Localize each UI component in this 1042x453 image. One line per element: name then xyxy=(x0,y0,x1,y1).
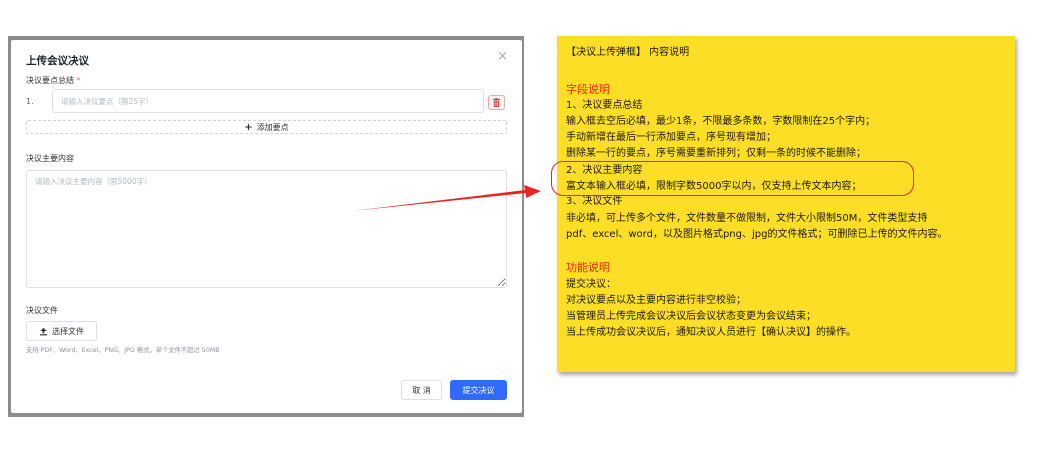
note-title: 【决议上传弹框】 内容说明 xyxy=(566,47,690,58)
note-line: 输入框去空后必填，最少1条，不限最多条数，字数限制在25个字内； xyxy=(566,116,876,127)
note-line: 对决议要点以及主要内容进行非空校验； xyxy=(566,295,746,306)
note-line: 当上传成功会议决议后，通知决议人员进行【确认决议】的操作。 xyxy=(566,327,856,338)
field-heading: 字段说明 xyxy=(566,83,610,96)
note-line: 提交决议： xyxy=(566,279,616,290)
note-line: 1、决议要点总结 xyxy=(566,100,643,111)
note-line: pdf、excel、word，以及图片格式png、jpg的文件格式；可删除已上传… xyxy=(566,229,948,240)
note-line: 删除某一行的要点，序号需要重新排列；仅剩一条的时候不能删除； xyxy=(566,148,866,159)
note-line: 非必填，可上传多个文件，文件数量不做限制，文件大小限制50M，文件类型支持 xyxy=(566,213,928,224)
annotation-highlight-circle xyxy=(551,161,914,196)
note-line: 手动新增在最后一行添加要点，序号现有增加； xyxy=(566,132,776,143)
spec-note: 【决议上传弹框】 内容说明 字段说明 1、决议要点总结 输入框去空后必填，最少1… xyxy=(557,36,1015,372)
note-line: 当管理员上传完成会议决议后会议状态变更为会议结束； xyxy=(566,311,816,322)
function-heading: 功能说明 xyxy=(566,261,610,274)
note-line: 3、决议文件 xyxy=(566,196,623,207)
